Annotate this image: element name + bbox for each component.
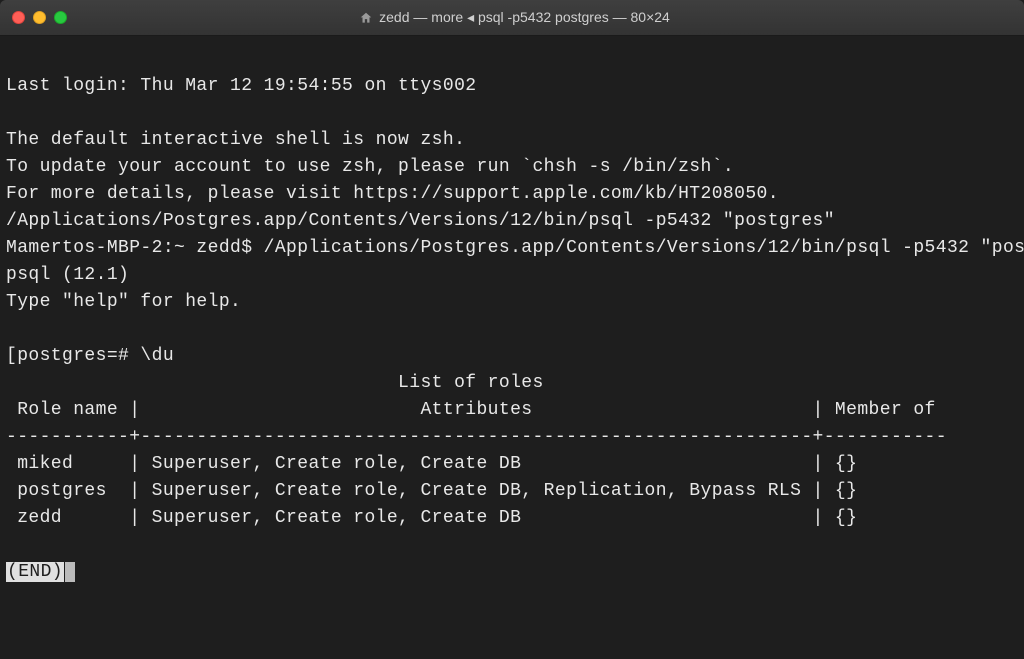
zsh-notice-line: To update your account to use zsh, pleas…	[6, 157, 734, 177]
shell-prompt-line: Mamertos-MBP-2:~ zedd$ /Applications/Pos…	[6, 238, 1024, 258]
table-rule: -----------+----------------------------…	[6, 427, 947, 447]
pager-end-marker: (END)	[6, 562, 64, 582]
table-title: List of roles	[6, 373, 544, 393]
window-title: zedd — more ◂ psql -p5432 postgres — 80×…	[17, 9, 1012, 26]
table-row: postgres | Superuser, Create role, Creat…	[6, 481, 857, 501]
terminal-output[interactable]: Last login: Thu Mar 12 19:54:55 on ttys0…	[0, 36, 1024, 596]
command-echo-line: /Applications/Postgres.app/Contents/Vers…	[6, 211, 835, 231]
last-login-line: Last login: Thu Mar 12 19:54:55 on ttys0…	[6, 76, 476, 96]
psql-version-line: psql (12.1)	[6, 265, 129, 285]
table-row: miked | Superuser, Create role, Create D…	[6, 454, 857, 474]
table-row: zedd | Superuser, Create role, Create DB…	[6, 508, 857, 528]
window-title-text: zedd — more ◂ psql -p5432 postgres — 80×…	[379, 9, 670, 26]
cursor	[65, 562, 75, 582]
psql-prompt-line: [postgres=# \du	[6, 346, 174, 366]
psql-help-line: Type "help" for help.	[6, 292, 241, 312]
titlebar: zedd — more ◂ psql -p5432 postgres — 80×…	[0, 0, 1024, 36]
zsh-notice-line: The default interactive shell is now zsh…	[6, 130, 465, 150]
table-header: Role name | Attributes | Member of	[6, 400, 936, 420]
home-icon	[359, 11, 373, 25]
zsh-notice-line: For more details, please visit https://s…	[6, 184, 779, 204]
